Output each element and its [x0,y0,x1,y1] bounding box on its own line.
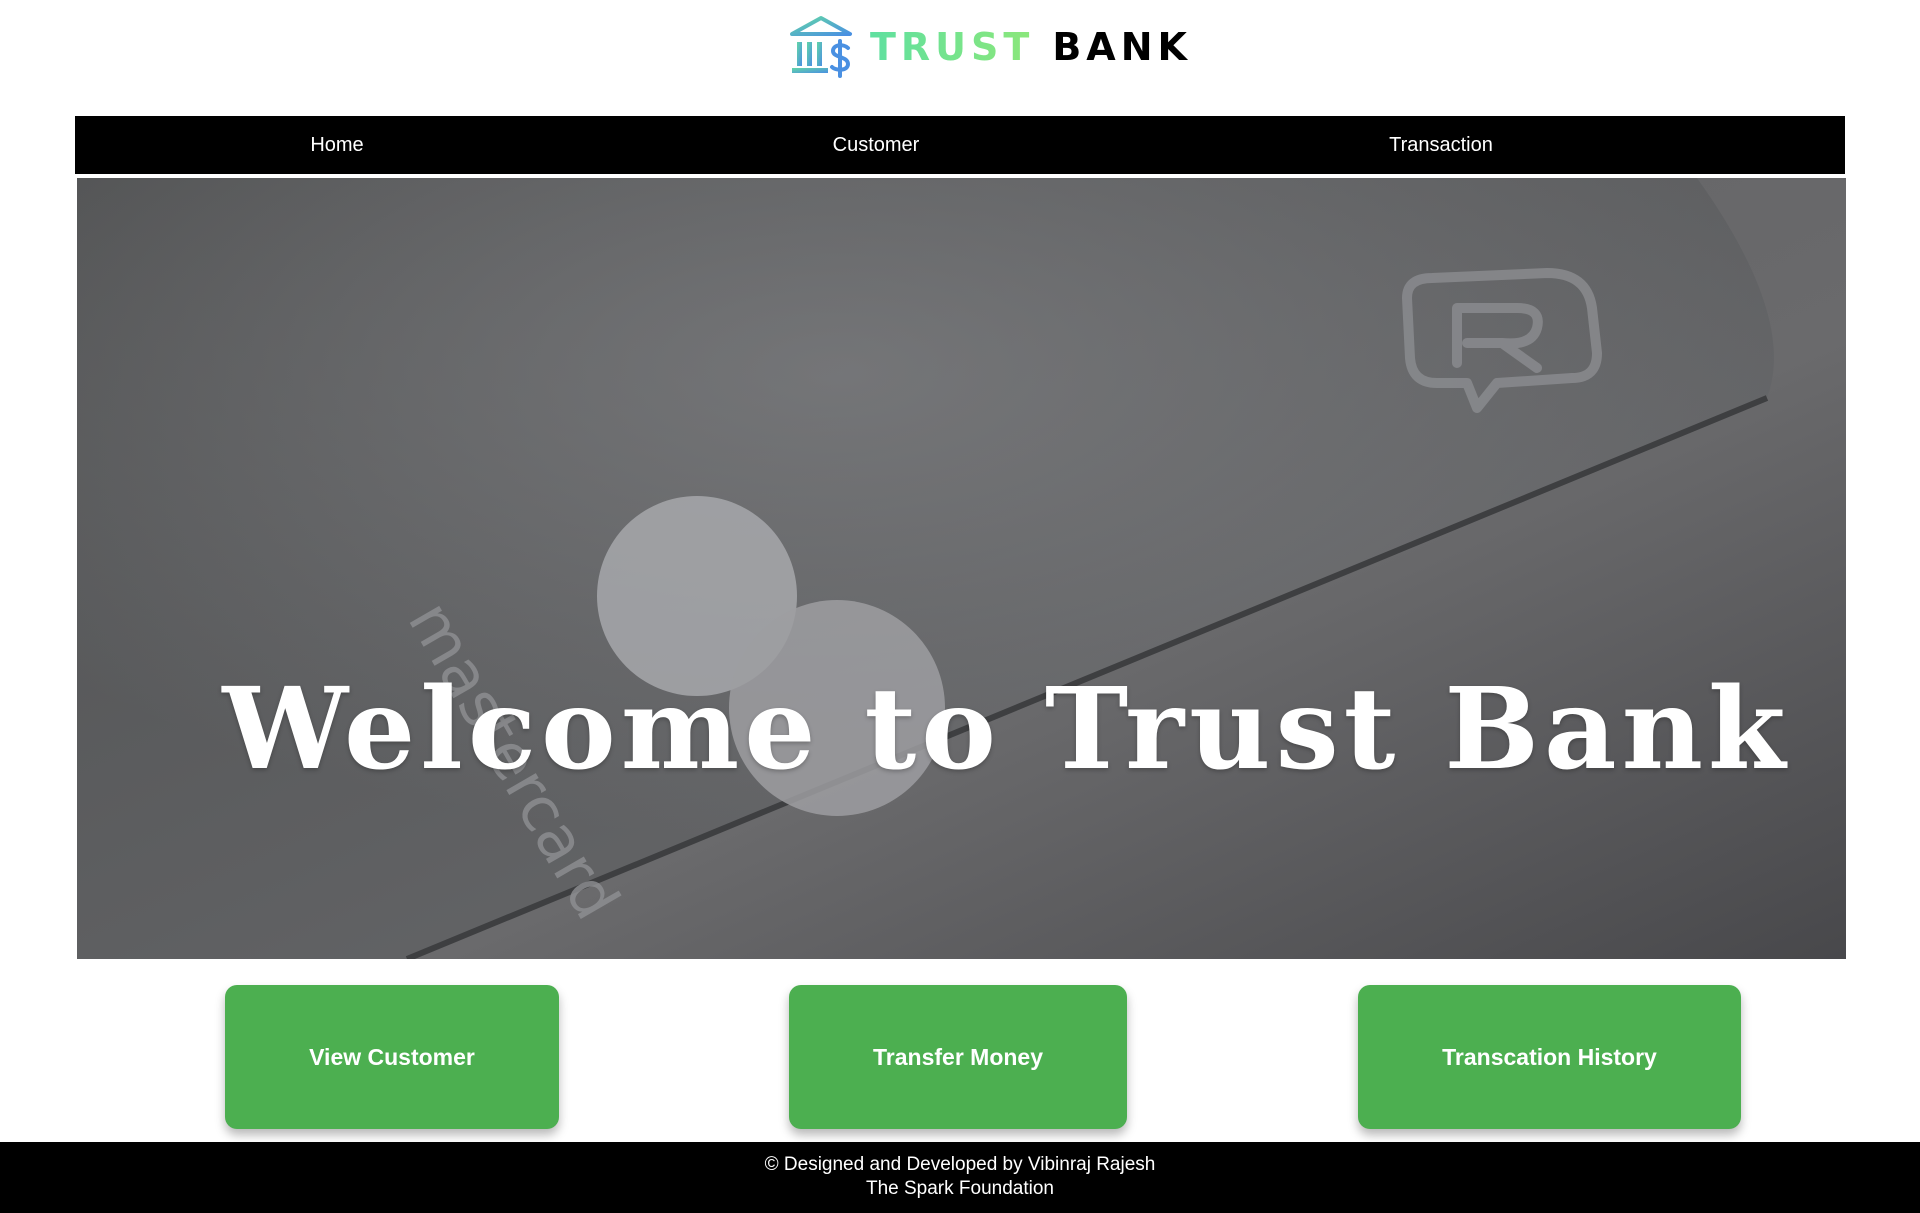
transaction-history-button[interactable]: Transcation History [1358,985,1741,1129]
nav-link-customer[interactable]: Customer [833,116,920,174]
logo-text: TRUST BANK [870,14,1192,80]
logo-word-trust: TRUST [870,25,1035,69]
footer-organization: The Spark Foundation [865,1178,1054,1199]
main-navbar: Home Customer Transaction [75,116,1845,174]
site-footer: © Designed and Developed by Vibinraj Raj… [0,1142,1920,1213]
transfer-money-button[interactable]: Transfer Money [789,985,1127,1129]
footer-credit: © Designed and Developed by Vibinraj Raj… [764,1154,1156,1175]
nav-link-transaction[interactable]: Transaction [1389,116,1493,174]
logo-word-bank: BANK [1052,25,1192,69]
site-logo[interactable]: TRUST BANK [788,14,1192,80]
hero-title: Welcome to Trust Bank [222,664,1791,795]
nav-link-home[interactable]: Home [310,116,363,174]
hero-banner: mastercard Welcome to Trust Bank [77,178,1846,959]
hero-background-image: mastercard [77,178,1846,959]
page: TRUST BANK Home Customer Transaction mas… [0,0,1920,1213]
view-customer-button[interactable]: View Customer [225,985,559,1129]
bank-building-dollar-icon [790,16,852,78]
